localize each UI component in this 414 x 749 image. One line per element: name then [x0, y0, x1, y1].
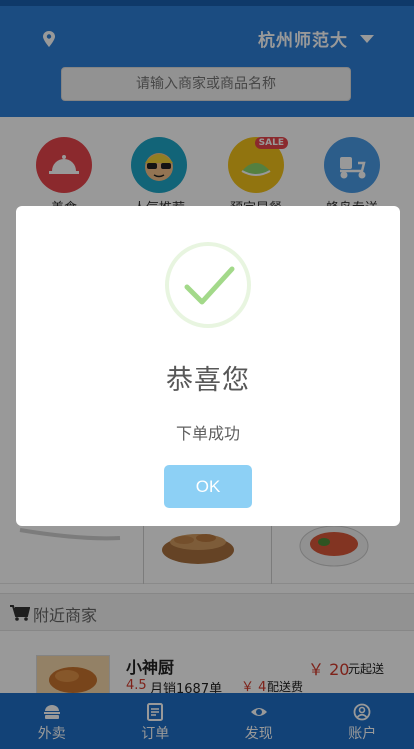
dialog-title: 恭喜您 [166, 365, 250, 396]
success-dialog: 恭喜您 下单成功 OK [16, 206, 400, 526]
ok-button[interactable]: OK [164, 465, 252, 508]
success-check-icon [165, 242, 251, 328]
dialog-message: 下单成功 [175, 424, 240, 443]
